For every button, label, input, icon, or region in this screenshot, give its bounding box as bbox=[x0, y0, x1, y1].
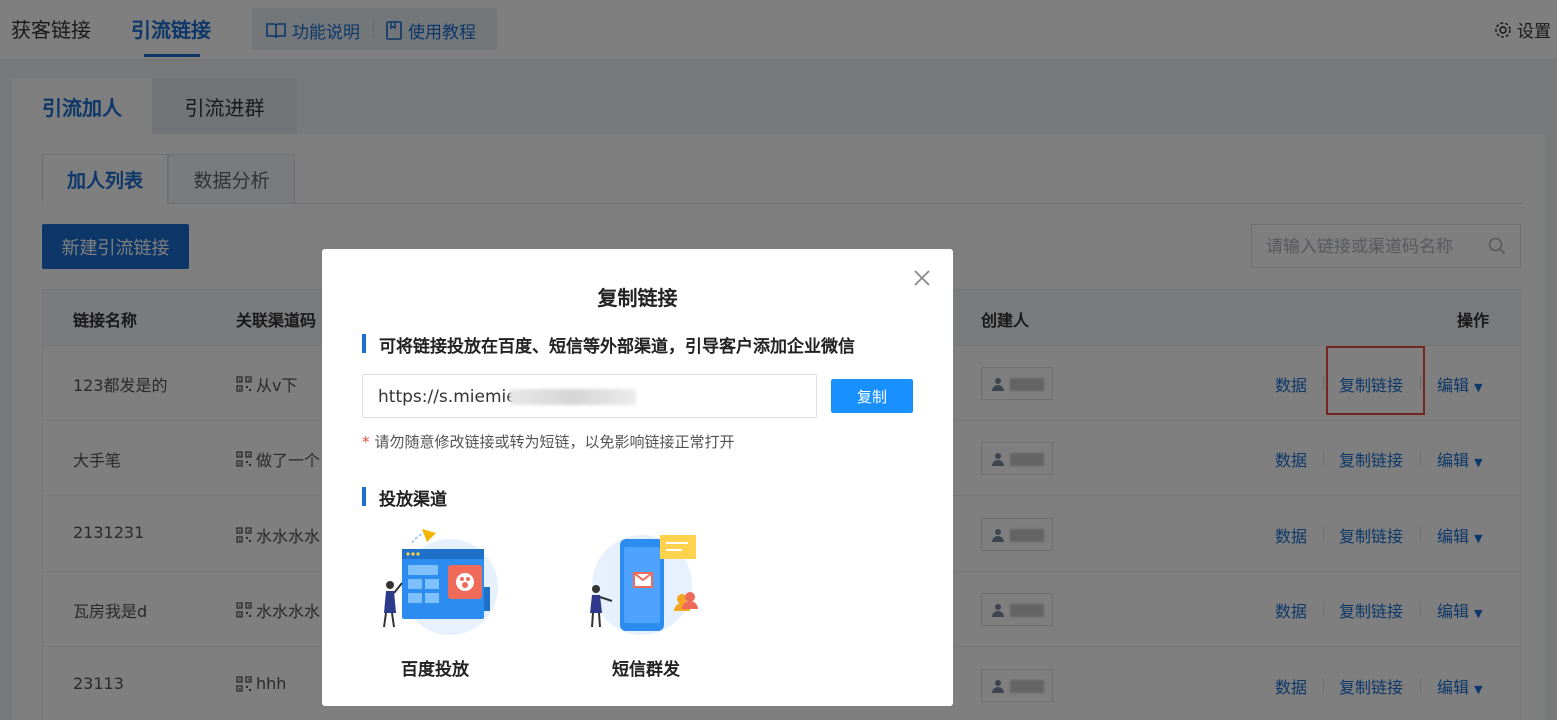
copy-link-modal: 复制链接 可将链接投放在百度、短信等外部渠道，引导客户添加企业微信 https:… bbox=[322, 249, 953, 706]
required-star: * bbox=[362, 433, 370, 451]
section-title-usage: 可将链接投放在百度、短信等外部渠道，引导客户添加企业微信 bbox=[362, 332, 855, 357]
redacted-link-segment bbox=[510, 389, 636, 405]
link-field[interactable]: https://s.miemie. bbox=[362, 374, 817, 418]
section-title-channels: 投放渠道 bbox=[362, 485, 447, 510]
link-text: https://s.miemie. bbox=[378, 387, 523, 407]
warning-text: 请勿随意修改链接或转为短链，以免影响链接正常打开 bbox=[374, 433, 735, 451]
baidu-ads-illustration[interactable] bbox=[372, 527, 502, 635]
copy-button[interactable]: 复制 bbox=[831, 379, 913, 413]
warning-note: * 请勿随意修改链接或转为短链，以免影响链接正常打开 bbox=[362, 431, 735, 452]
sms-broadcast-illustration[interactable] bbox=[582, 527, 712, 635]
sms-broadcast-label: 短信群发 bbox=[612, 660, 680, 680]
modal-title: 复制链接 bbox=[597, 286, 678, 310]
baidu-ads-label: 百度投放 bbox=[401, 660, 469, 680]
